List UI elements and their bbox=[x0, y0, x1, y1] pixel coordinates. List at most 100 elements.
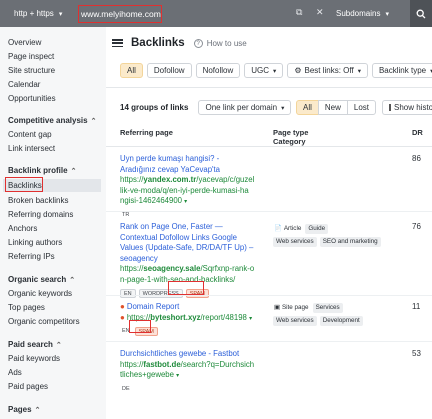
pages-heading-label: Pages bbox=[8, 405, 32, 414]
col-dr[interactable]: DR bbox=[412, 128, 423, 137]
groups-row: 14 groups of links One link per domain ▾ bbox=[120, 100, 292, 115]
sidebar-item-top-pages[interactable]: Top pages bbox=[8, 303, 45, 312]
competitive-heading-label: Competitive analysis bbox=[8, 116, 88, 125]
services-chip: Services bbox=[312, 303, 343, 313]
paid-search-heading[interactable]: Paid search ⌃ bbox=[8, 340, 62, 349]
protocol-select[interactable]: http + https ▾ bbox=[0, 0, 70, 27]
seg-lost-button[interactable]: Lost bbox=[346, 100, 377, 115]
link-status-segmented: All New Lost bbox=[296, 100, 377, 115]
sidebar-item-ads[interactable]: Ads bbox=[8, 368, 22, 377]
sidebar-item-content-gap[interactable]: Content gap bbox=[8, 130, 52, 139]
url-line-text: tliches+gewebe bbox=[120, 370, 174, 380]
sidebar-item-paid-pages[interactable]: Paid pages bbox=[8, 382, 48, 391]
highlight-box bbox=[168, 281, 204, 295]
sidebar-item-overview[interactable]: Overview bbox=[8, 38, 41, 47]
table-icon bbox=[389, 104, 391, 111]
col-category[interactable]: Category bbox=[273, 137, 306, 146]
sidebar-item-paid-keywords[interactable]: Paid keywords bbox=[8, 354, 60, 363]
filter-ugc-dropdown[interactable]: UGC ▾ bbox=[244, 63, 284, 78]
title-line: Contextual Dofollow Links Google bbox=[120, 232, 238, 242]
open-external-icon[interactable]: ⧉ bbox=[296, 7, 302, 18]
category-chip: Web services bbox=[273, 237, 317, 247]
sidebar-item-organic-keywords[interactable]: Organic keywords bbox=[8, 289, 72, 298]
search-icon bbox=[416, 9, 426, 18]
sidebar-item-referring-domains[interactable]: Referring domains bbox=[8, 210, 73, 219]
category-chip: Development bbox=[319, 316, 363, 326]
filter-bar: All Dofollow Nofollow UGC ▾ ⚙ Best links: … bbox=[120, 63, 432, 78]
backlink-profile-heading[interactable]: Backlink profile ⌃ bbox=[8, 166, 76, 175]
col-referring-page[interactable]: Referring page bbox=[120, 128, 173, 137]
sidebar-item-link-intersect[interactable]: Link intersect bbox=[8, 144, 55, 153]
competitive-analysis-heading[interactable]: Competitive analysis ⌃ bbox=[8, 116, 96, 125]
ref-title-link[interactable]: Durchsichtliches gewebe - Fastbot bbox=[120, 349, 268, 360]
ref-url-link[interactable]: https://yandex.com.tr/yacevap/c/guzel li… bbox=[120, 175, 268, 208]
sidebar-item-broken-backlinks[interactable]: Broken backlinks bbox=[8, 196, 68, 205]
row-divider bbox=[106, 295, 432, 296]
row-divider bbox=[106, 211, 432, 212]
category-chip: SEO and marketing bbox=[319, 237, 381, 247]
menu-icon[interactable] bbox=[112, 39, 123, 47]
col-page-type[interactable]: Page type bbox=[273, 128, 308, 137]
organic-heading-label: Organic search bbox=[8, 275, 67, 284]
chevron-down-icon: ▾ bbox=[273, 67, 277, 75]
filter-dofollow-button[interactable]: Dofollow bbox=[146, 63, 192, 78]
best-links-label: Best links: Off bbox=[304, 66, 354, 75]
sidebar-item-page-inspect[interactable]: Page inspect bbox=[8, 52, 54, 61]
divider bbox=[106, 87, 432, 88]
title-row: Backlinks ? How to use bbox=[112, 37, 247, 49]
guide-chip: Guide bbox=[305, 224, 329, 234]
filter-all-button[interactable]: All bbox=[120, 63, 143, 78]
seg-all-button[interactable]: All bbox=[296, 100, 319, 115]
chevron-down-icon: ▾ bbox=[249, 315, 253, 322]
sidebar-item-opportunities[interactable]: Opportunities bbox=[8, 94, 56, 103]
sidebar-item-backlinks[interactable]: Backlinks bbox=[8, 181, 42, 190]
sidebar-item-anchors[interactable]: Anchors bbox=[8, 224, 37, 233]
show-history-label: Show history bbox=[394, 103, 432, 112]
chevron-up-icon: ⌃ bbox=[69, 277, 76, 284]
site-page-type: ▣ Site page bbox=[273, 303, 310, 313]
per-domain-label: One link per domain bbox=[205, 103, 278, 112]
url-line: https://yandex.com.tr/yacevap/c/guzel bbox=[120, 175, 255, 185]
ref-title-link[interactable]: Rank on Page One, Faster — Contextual Do… bbox=[120, 222, 268, 264]
title-line: seoagency bbox=[120, 253, 158, 263]
backlink-type-dropdown[interactable]: Backlink type ▾ bbox=[371, 63, 432, 78]
clear-icon[interactable]: ✕ bbox=[316, 7, 324, 18]
title-text: Domain Report bbox=[126, 302, 180, 311]
gear-icon: ⚙ bbox=[294, 66, 302, 75]
url-domain: byteshort.xyz bbox=[150, 312, 201, 322]
ref-url-link[interactable]: https://fastbot.de/search?q=Durchsich tl… bbox=[120, 360, 268, 382]
how-to-use-link[interactable]: ? How to use bbox=[193, 38, 247, 48]
site-icon: ▣ bbox=[274, 304, 280, 311]
chevron-down-icon: ▾ bbox=[58, 10, 63, 18]
backlink-type-label: Backlink type bbox=[378, 66, 427, 75]
ref-title-link[interactable]: Uyn perde kumaşı hangisi? - Aradığınız c… bbox=[120, 154, 268, 175]
url-line: https://seoagency.sale/Sqrfxnp-rank-o bbox=[120, 264, 255, 274]
sidebar-item-referring-ips[interactable]: Referring IPs bbox=[8, 252, 55, 261]
article-icon: 📄 bbox=[274, 225, 282, 232]
sidebar-item-linking-authors[interactable]: Linking authors bbox=[8, 238, 62, 247]
seg-new-button[interactable]: New bbox=[317, 100, 348, 115]
scope-select[interactable]: Subdomains ▾ bbox=[328, 0, 389, 27]
chevron-down-icon: ▾ bbox=[281, 104, 285, 112]
ref-title-link[interactable]: ● Domain Report bbox=[120, 302, 268, 313]
filter-nofollow-button[interactable]: Nofollow bbox=[195, 63, 241, 78]
chevron-up-icon: ⌃ bbox=[55, 342, 62, 349]
row-divider bbox=[106, 341, 432, 342]
sidebar-item-organic-competitors[interactable]: Organic competitors bbox=[8, 317, 80, 326]
url-input[interactable]: www.melyihome.com bbox=[78, 5, 162, 23]
title-line: Aradığınız cevap YaCevap'ta bbox=[120, 164, 221, 174]
organic-search-heading[interactable]: Organic search ⌃ bbox=[8, 275, 75, 284]
highlight-box bbox=[129, 320, 151, 333]
sidebar-item-calendar[interactable]: Calendar bbox=[8, 80, 40, 89]
lang-badge: EN bbox=[120, 288, 136, 298]
best-links-dropdown[interactable]: ⚙ Best links: Off ▾ bbox=[287, 63, 368, 78]
paid-heading-label: Paid search bbox=[8, 340, 53, 349]
pages-heading[interactable]: Pages ⌃ bbox=[8, 405, 40, 414]
chevron-up-icon: ⌃ bbox=[90, 118, 97, 125]
show-history-button[interactable]: Show history bbox=[382, 100, 432, 115]
search-button[interactable] bbox=[410, 0, 432, 27]
per-domain-dropdown[interactable]: One link per domain ▾ bbox=[198, 100, 292, 115]
sidebar-item-site-structure[interactable]: Site structure bbox=[8, 66, 55, 75]
category-chip: Web services bbox=[273, 316, 317, 326]
lang-badge: TR bbox=[122, 211, 130, 218]
